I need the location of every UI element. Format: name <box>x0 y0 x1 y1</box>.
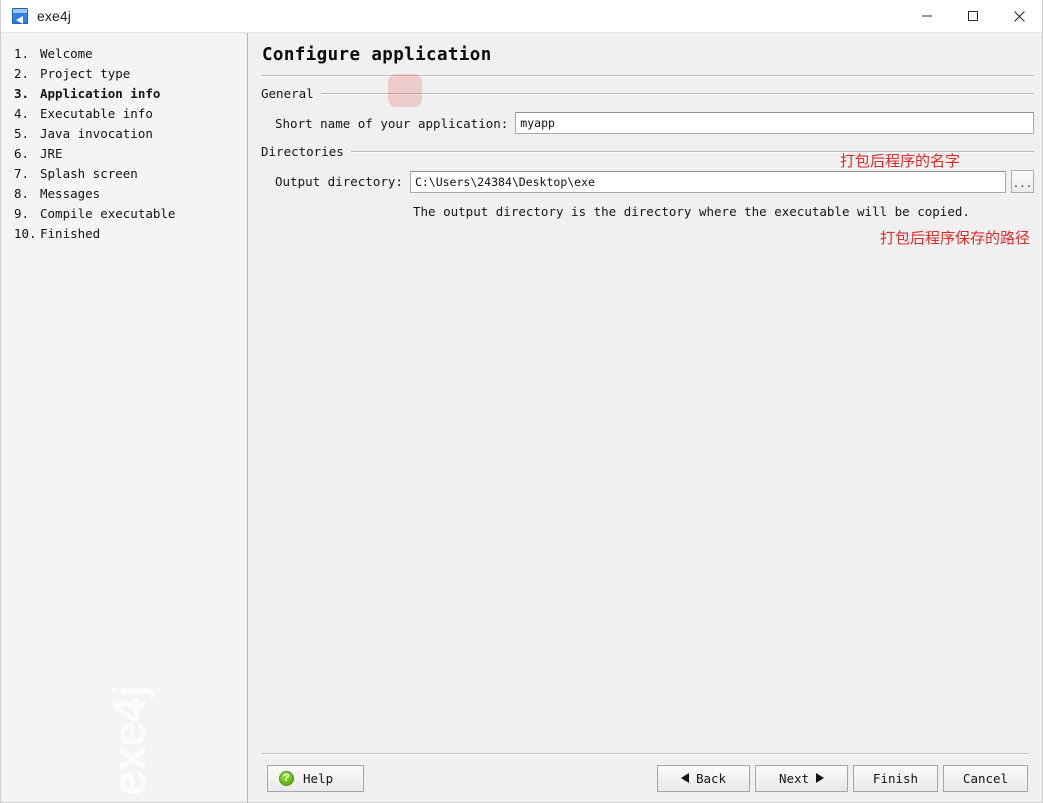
finish-button[interactable]: Finish <box>853 764 938 792</box>
sidebar-item-number: 8. <box>14 186 30 201</box>
output-directory-row: Output directory: ... <box>261 170 1034 193</box>
help-button-label: Help <box>303 770 334 786</box>
sidebar-item-label: Application info <box>40 86 161 101</box>
short-name-row: Short name of your application: <box>261 112 1034 134</box>
output-directory-input[interactable] <box>409 170 1006 193</box>
directories-group-title: Directories <box>261 144 344 159</box>
directories-group-divider <box>350 151 1034 152</box>
directories-group-header: Directories <box>261 144 1034 159</box>
back-button-label: Back <box>695 770 727 786</box>
wizard-content-panel: Configure application General Short name… <box>248 33 1042 802</box>
sidebar-item-application-info[interactable]: 3. Application info <box>1 84 247 104</box>
page-title-divider <box>261 75 1034 76</box>
sidebar-item-number: 9. <box>14 206 30 221</box>
general-group-header: General <box>261 86 1034 101</box>
sidebar-item-compile-executable[interactable]: 9. Compile executable <box>1 204 247 224</box>
title-bar-left: exe4j <box>1 8 71 24</box>
cancel-button[interactable]: Cancel <box>943 764 1028 792</box>
button-bar: ? Help Back Next Finish Cancel <box>256 754 1034 802</box>
short-name-label: Short name of your application: <box>275 115 509 131</box>
help-button[interactable]: ? Help <box>267 764 364 792</box>
next-button-label: Next <box>778 770 810 786</box>
sidebar-item-messages[interactable]: 8. Messages <box>1 184 247 204</box>
sidebar-item-label: Compile executable <box>40 206 176 221</box>
close-icon <box>1013 10 1025 22</box>
window-body: 1. Welcome 2. Project type 3. Applicatio… <box>1 33 1042 802</box>
wizard-step-sidebar: 1. Welcome 2. Project type 3. Applicatio… <box>1 33 248 802</box>
next-button[interactable]: Next <box>755 764 848 792</box>
sidebar-item-number: 5. <box>14 126 30 141</box>
general-group: General Short name of your application: <box>256 86 1034 134</box>
arrow-left-icon <box>680 773 689 783</box>
sidebar-item-label: Project type <box>40 66 131 81</box>
panel-spacer <box>256 219 1034 753</box>
maximize-button[interactable] <box>950 0 996 33</box>
exe4j-app-icon <box>12 8 28 24</box>
sidebar-item-splash-screen[interactable]: 7. Splash screen <box>1 164 247 184</box>
sidebar-item-number: 3. <box>14 86 30 101</box>
sidebar-item-number: 6. <box>14 146 30 161</box>
sidebar-item-welcome[interactable]: 1. Welcome <box>1 44 247 64</box>
general-group-title: General <box>261 86 314 101</box>
help-question-icon: ? <box>279 770 294 786</box>
sidebar-item-label: Executable info <box>40 106 153 121</box>
close-button[interactable] <box>996 0 1042 33</box>
exe4j-wizard-window: exe4j 1. Welcome 2. Project type 3. Appl… <box>0 0 1043 803</box>
short-name-input[interactable] <box>515 112 1034 134</box>
sidebar-item-finished[interactable]: 10. Finished <box>1 224 247 244</box>
directories-group: Directories Output directory: ... The ou… <box>256 144 1034 219</box>
sidebar-item-label: Messages <box>40 186 101 201</box>
page-title: Configure application <box>262 45 492 65</box>
browse-directory-button[interactable]: ... <box>1011 170 1034 193</box>
sidebar-item-jre[interactable]: 6. JRE <box>1 144 247 164</box>
sidebar-item-executable-info[interactable]: 4. Executable info <box>1 104 247 124</box>
sidebar-item-label: Finished <box>40 226 101 241</box>
minimize-icon <box>922 15 932 17</box>
sidebar-item-label: Java invocation <box>40 126 153 141</box>
sidebar-item-number: 10. <box>14 226 37 241</box>
maximize-icon <box>968 11 978 21</box>
minimize-button[interactable] <box>904 0 950 33</box>
sidebar-item-number: 2. <box>14 66 30 81</box>
sidebar-item-number: 4. <box>14 106 30 121</box>
title-bar: exe4j <box>1 0 1042 33</box>
window-title: exe4j <box>37 8 71 24</box>
arrow-right-icon <box>816 773 825 783</box>
sidebar-item-java-invocation[interactable]: 5. Java invocation <box>1 124 247 144</box>
sidebar-item-project-type[interactable]: 2. Project type <box>1 64 247 84</box>
general-group-divider <box>320 93 1034 94</box>
sidebar-item-label: Welcome <box>40 46 93 61</box>
output-directory-hint: The output directory is the directory wh… <box>413 204 970 219</box>
output-directory-label: Output directory: <box>275 174 403 189</box>
exe4j-watermark: exe4j <box>103 685 155 796</box>
back-button[interactable]: Back <box>657 764 750 792</box>
wizard-nav-buttons: Back Next Finish Cancel <box>657 764 1028 792</box>
sidebar-item-label: JRE <box>40 146 63 161</box>
window-controls <box>904 0 1042 33</box>
sidebar-item-label: Splash screen <box>40 166 138 181</box>
sidebar-item-number: 1. <box>14 46 30 61</box>
sidebar-item-number: 7. <box>14 166 30 181</box>
